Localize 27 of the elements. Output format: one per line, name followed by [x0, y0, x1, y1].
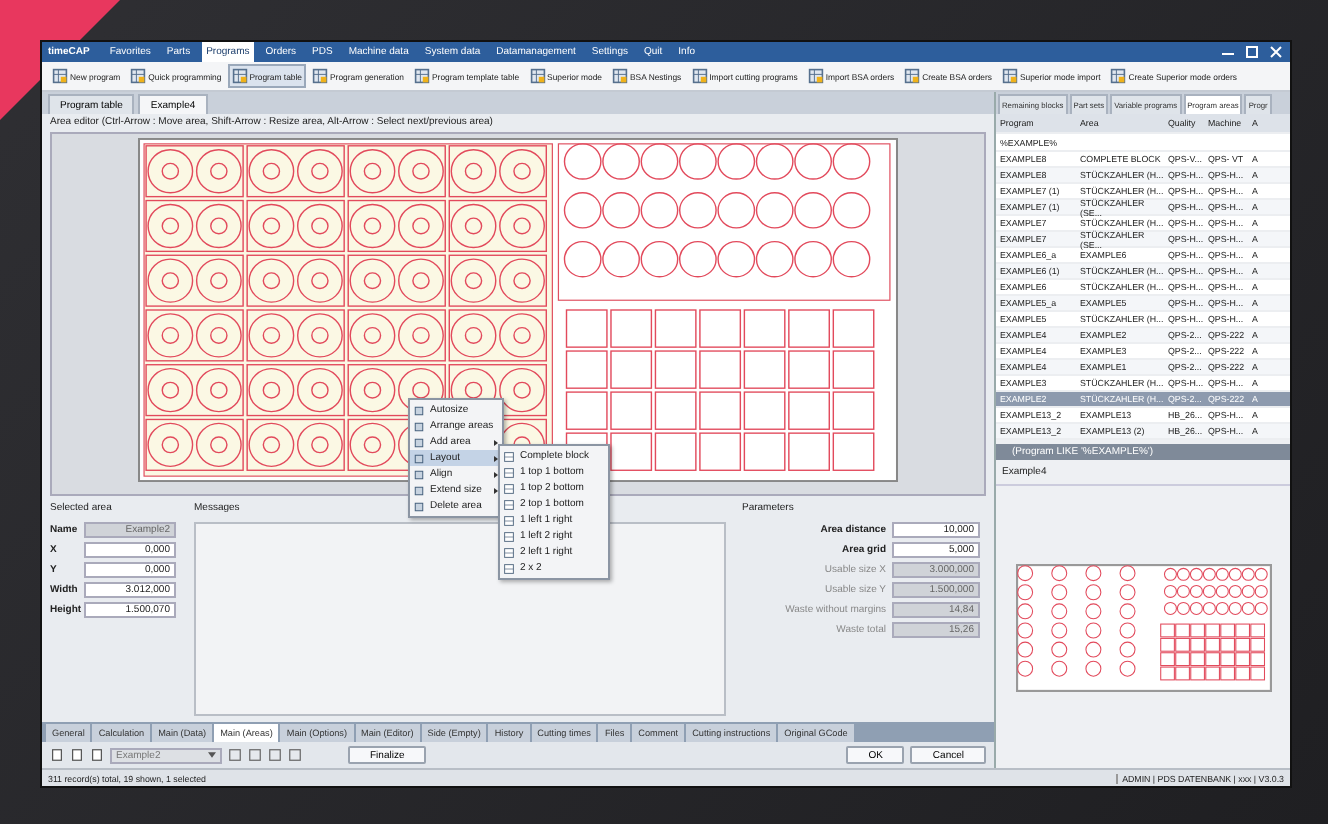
sheet-icon	[904, 68, 921, 84]
sheet-icon	[807, 68, 824, 84]
sheet-icon	[414, 68, 431, 84]
dropdown-arrow-icon	[208, 752, 216, 758]
sheet-icon	[52, 68, 68, 84]
submenu-arrow-icon	[494, 455, 498, 461]
sheet-icon	[312, 68, 328, 84]
sheet-icon	[231, 68, 248, 84]
split-icon	[504, 499, 514, 509]
sheet-icon	[1001, 68, 1018, 84]
submenu-arrow-icon	[494, 487, 498, 493]
split-icon	[504, 467, 514, 477]
submenu-arrow-icon	[494, 439, 498, 445]
maximize-icon[interactable]	[1244, 44, 1260, 60]
submenu-arrow-icon	[494, 471, 498, 477]
split-icon	[504, 531, 514, 541]
sheet-icon	[529, 68, 546, 84]
split-icon	[504, 515, 514, 525]
split-icon	[504, 547, 514, 557]
split-icon	[504, 483, 514, 493]
split-icon	[504, 563, 514, 573]
split-icon	[504, 451, 514, 461]
sheet-icon	[691, 68, 708, 84]
close-icon[interactable]	[1268, 44, 1284, 60]
sheet-icon	[612, 68, 629, 84]
sheet-icon	[130, 68, 147, 84]
sheet-icon	[1110, 68, 1127, 84]
